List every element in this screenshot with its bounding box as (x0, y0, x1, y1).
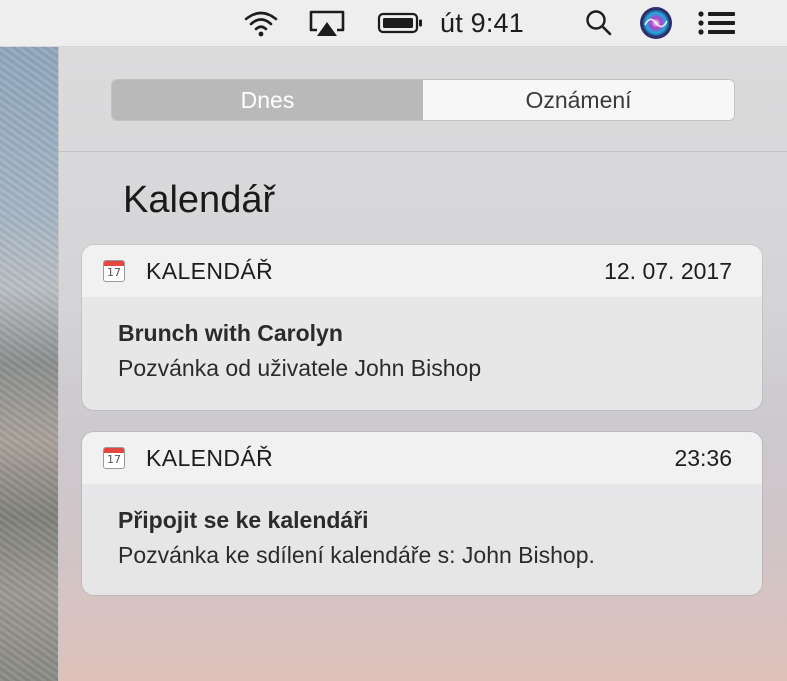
menu-bar: út 9:41 (0, 0, 787, 47)
notification-title: Připojit se ke kalendáři (118, 507, 369, 533)
notification-text: Pozvánka ke sdílení kalendáře s: John Bi… (118, 542, 595, 568)
tab-today[interactable]: Dnes (112, 80, 423, 120)
notification-title: Brunch with Carolyn (118, 320, 343, 346)
notification-header: 17 KALENDÁŘ 12. 07. 2017 (82, 245, 762, 298)
tab-notifications[interactable]: Oznámení (423, 80, 734, 120)
calendar-icon: 17 (103, 447, 125, 469)
airplay-icon[interactable] (307, 0, 351, 46)
notification-body: Brunch with Carolyn Pozvánka od uživatel… (82, 298, 762, 382)
wifi-icon[interactable] (243, 0, 283, 46)
calendar-icon: 17 (103, 260, 125, 282)
notification-text: Pozvánka od uživatele John Bishop (118, 355, 482, 381)
notification-body: Připojit se ke kalendáři Pozvánka ke sdí… (82, 485, 762, 569)
notification-timestamp: 23:36 (674, 444, 732, 471)
notification-card[interactable]: 17 KALENDÁŘ 23:36 Připojit se ke kalendá… (82, 432, 762, 595)
notification-center-icon[interactable] (697, 0, 737, 46)
spotlight-search-icon[interactable] (584, 0, 616, 46)
notification-timestamp: 12. 07. 2017 (604, 257, 732, 284)
desktop-wallpaper (0, 47, 58, 681)
battery-icon[interactable] (377, 0, 427, 46)
menu-bar-clock[interactable]: út 9:41 (440, 0, 524, 46)
section-title: Kalendář (123, 179, 276, 221)
notification-app-name: KALENDÁŘ (146, 257, 274, 284)
notification-app-name: KALENDÁŘ (146, 444, 274, 471)
notification-card[interactable]: 17 KALENDÁŘ 12. 07. 2017 Brunch with Car… (82, 245, 762, 410)
panel-divider (59, 151, 787, 152)
notification-center-panel: Dnes Oznámení Kalendář 17 KALENDÁŘ 12. 0… (58, 47, 787, 681)
notification-header: 17 KALENDÁŘ 23:36 (82, 432, 762, 485)
siri-icon[interactable] (638, 0, 676, 46)
view-segmented-control: Dnes Oznámení (111, 79, 735, 121)
